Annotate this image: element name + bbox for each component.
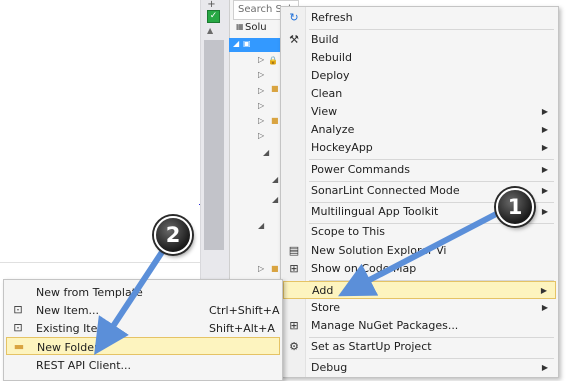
annotation-arrows xyxy=(94,209,503,356)
arrow-to-new-folder xyxy=(94,246,167,356)
callout-badge-2: 2 xyxy=(154,216,192,254)
callout-badge-1: 1 xyxy=(496,188,534,226)
arrow-to-add xyxy=(338,209,503,297)
